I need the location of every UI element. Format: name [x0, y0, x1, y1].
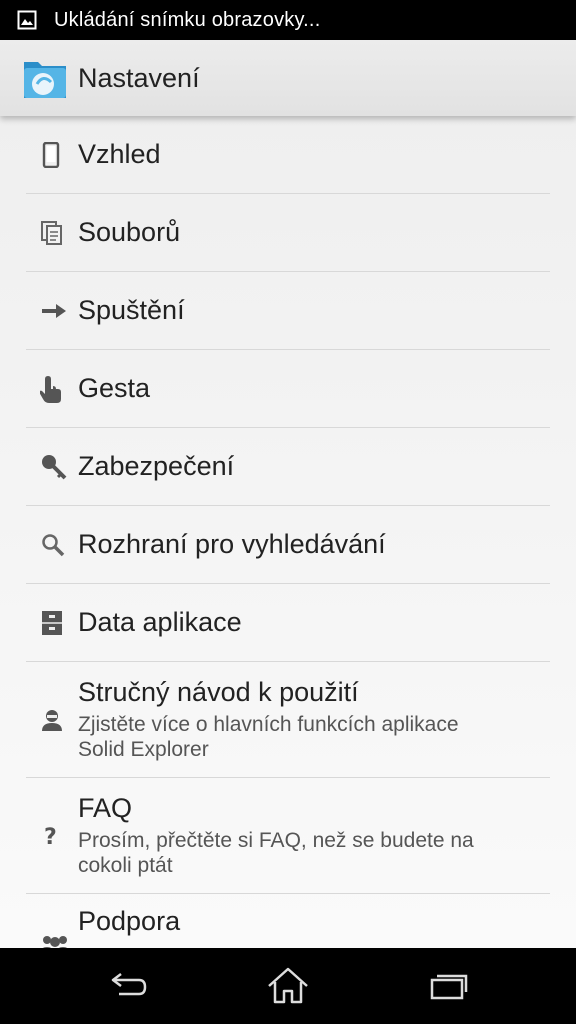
settings-item-spusteni[interactable]: Spuštění: [26, 272, 550, 350]
settings-item-zabezpeceni[interactable]: Zabezpečení: [26, 428, 550, 506]
action-bar: Nastavení: [0, 40, 576, 116]
settings-item-title: Data aplikace: [78, 607, 242, 637]
cabinet-icon: [26, 610, 78, 636]
settings-item-souboru[interactable]: Souborů: [26, 194, 550, 272]
settings-item-title: Souborů: [78, 217, 181, 247]
status-bar: Ukládání snímku obrazovky...: [0, 0, 576, 40]
search-icon: [26, 532, 78, 558]
settings-item-podpora[interactable]: Podpora: [26, 894, 550, 948]
settings-item-title: FAQ: [78, 793, 133, 823]
settings-item-title: Vzhled: [78, 139, 161, 169]
recents-icon[interactable]: [418, 960, 478, 1012]
settings-item-title: Gesta: [78, 373, 151, 403]
settings-item-title: Spuštění: [78, 295, 185, 325]
phone-icon: [26, 141, 78, 168]
settings-item-title: Rozhraní pro vyhledávání: [78, 529, 386, 559]
image-icon: [16, 9, 38, 31]
settings-item-title: Zabezpečení: [78, 451, 235, 481]
question-icon: ?: [26, 823, 78, 849]
settings-item-faq[interactable]: ? FAQ Prosím, přečtěte si FAQ, než se bu…: [26, 778, 550, 894]
svg-text:?: ?: [44, 825, 57, 849]
settings-item-title: Stručný návod k použití: [78, 677, 359, 707]
key-icon: [26, 453, 78, 481]
back-icon[interactable]: [98, 960, 158, 1012]
status-text: Ukládání snímku obrazovky...: [54, 8, 321, 31]
settings-item-rozhrani-vyhledavani[interactable]: Rozhraní pro vyhledávání: [26, 506, 550, 584]
settings-item-subtitle-line-2: cokoli ptát: [78, 854, 173, 877]
group-icon: [26, 906, 78, 948]
settings-item-subtitle-line-1: Zjistěte více o hlavních funkcích aplika…: [78, 713, 459, 736]
settings-item-vzhled[interactable]: Vzhled: [26, 116, 550, 194]
arrow-icon: [26, 301, 78, 321]
navigation-bar: [0, 948, 576, 1024]
files-icon: [26, 220, 78, 246]
settings-item-gesta[interactable]: Gesta: [26, 350, 550, 428]
person-icon: [26, 708, 78, 732]
settings-item-data-aplikace[interactable]: Data aplikace: [26, 584, 550, 662]
settings-list: Vzhled Souborů Spuštění Gesta Zabezpečen…: [0, 116, 576, 948]
settings-item-navod[interactable]: Stručný návod k použití Zjistěte více o …: [26, 662, 550, 778]
solid-explorer-icon[interactable]: [21, 54, 69, 102]
page-title: Nastavení: [78, 62, 200, 93]
settings-item-subtitle-line-1: Prosím, přečtěte si FAQ, než se budete n…: [78, 829, 474, 852]
hand-icon: [26, 374, 78, 404]
settings-item-subtitle-line-2: Solid Explorer: [78, 738, 209, 761]
home-icon[interactable]: [258, 960, 318, 1012]
settings-item-title: Podpora: [78, 906, 181, 936]
